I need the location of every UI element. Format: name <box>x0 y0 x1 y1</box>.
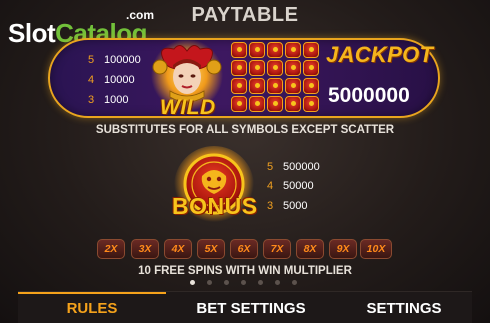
multiplier-badge: 3X <box>131 239 159 259</box>
mini-wild-icon <box>303 78 319 94</box>
multiplier-badge: 8X <box>296 239 324 259</box>
page-dot[interactable] <box>241 280 246 285</box>
jackpot-label: JACKPOT <box>326 42 434 67</box>
mini-wild-icon <box>303 42 319 58</box>
mini-wild-icon <box>231 78 247 94</box>
bonus-pay-row: 4 50000 <box>267 180 314 192</box>
multiplier-badge: 9X <box>329 239 357 259</box>
tab-rules[interactable]: RULES <box>18 292 166 323</box>
wild-pay-row: 4 10000 <box>88 74 135 86</box>
mini-wild-icon <box>285 78 301 94</box>
mini-wild-icon <box>249 96 265 112</box>
multiplier-badge: 2X <box>97 239 125 259</box>
mini-wild-icon <box>267 60 283 76</box>
multiplier-badge: 6X <box>230 239 258 259</box>
multiplier-badge: 5X <box>197 239 225 259</box>
mini-wild-icon <box>231 96 247 112</box>
page-dot[interactable] <box>275 280 280 285</box>
mini-wild-icon <box>267 78 283 94</box>
multiplier-row: 2X 3X 4X 5X 6X 7X 8X 9X 10X <box>0 239 490 261</box>
jackpot-amount: 5000000 <box>328 84 410 107</box>
bonus-pay-row: 3 5000 <box>267 200 308 212</box>
wild-description: SUBSTITUTES FOR ALL SYMBOLS EXCEPT SCATT… <box>95 124 395 136</box>
bottom-tab-bar: RULES BET SETTINGS SETTINGS <box>18 291 472 323</box>
wild-pay-row: 3 1000 <box>88 94 129 106</box>
bonus-label: BONUS <box>172 193 258 219</box>
page-dot-active[interactable] <box>190 280 195 285</box>
multiplier-badge: 10X <box>360 239 392 259</box>
mini-wild-icon <box>285 42 301 58</box>
multiplier-badge: 4X <box>164 239 192 259</box>
multiplier-badge: 7X <box>263 239 291 259</box>
page-dot[interactable] <box>224 280 229 285</box>
mini-wild-icon <box>249 60 265 76</box>
page-dot[interactable] <box>207 280 212 285</box>
tab-settings[interactable]: SETTINGS <box>336 292 472 323</box>
bonus-pay-row: 5 500000 <box>267 161 320 173</box>
mini-wild-icon <box>267 42 283 58</box>
wild-pay-row: 5 100000 <box>88 54 141 66</box>
page-dot[interactable] <box>292 280 297 285</box>
mini-wild-icon <box>303 96 319 112</box>
page-dot[interactable] <box>258 280 263 285</box>
page-title: PAYTABLE <box>191 4 299 26</box>
mini-wild-icon <box>285 60 301 76</box>
wild-label: WILD <box>160 96 216 119</box>
tab-bet-settings[interactable]: BET SETTINGS <box>166 292 336 323</box>
mini-wild-icon <box>231 60 247 76</box>
mini-wild-icon <box>267 96 283 112</box>
mini-wild-icon <box>303 60 319 76</box>
page-indicator <box>0 280 490 288</box>
free-spins-description: 10 FREE SPINS WITH WIN MULTIPLIER <box>138 265 352 277</box>
mini-wild-icon <box>249 78 265 94</box>
mini-wild-icon <box>249 42 265 58</box>
mini-wild-icon <box>231 42 247 58</box>
mini-wild-icon <box>285 96 301 112</box>
